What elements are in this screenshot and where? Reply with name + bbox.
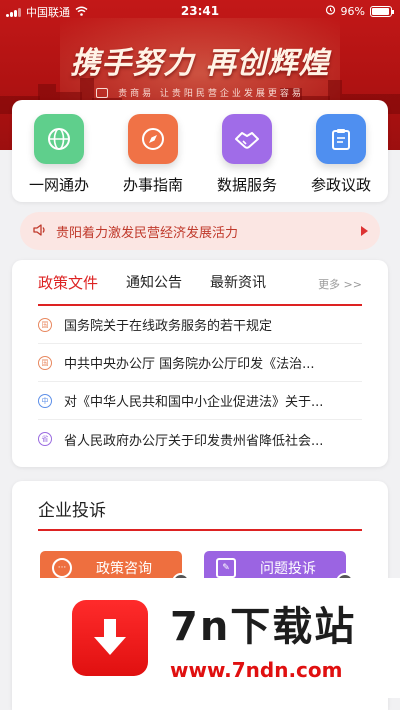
emblem-icon: 省 xyxy=(38,432,52,446)
speaker-icon xyxy=(32,222,48,241)
tab-notices[interactable]: 通知公告 xyxy=(126,272,182,292)
list-item[interactable]: 中 对《中华人民共和国中小企业促进法》关于... xyxy=(38,382,362,420)
status-bar: 中国联通 23:41 96% xyxy=(0,0,400,22)
quick-link-data[interactable]: 数据服务 xyxy=(204,114,290,202)
edit-icon: ✎ xyxy=(216,558,236,578)
quick-link-label: 参政议政 xyxy=(310,176,371,194)
emblem-icon: 国 xyxy=(38,317,52,332)
quick-link-label: 数据服务 xyxy=(216,176,277,194)
quick-links-card: 一网通办 办事指南 数据服务 参政议政 xyxy=(12,100,388,202)
notice-text: 贵阳着力激发民营经济发展活力 xyxy=(56,225,239,241)
banner-slogan: 携手努力 再创辉煌 xyxy=(70,46,330,81)
policy-tabs: 政策文件 通知公告 最新资讯 更多 >> xyxy=(38,260,362,306)
list-item-title: 中共中央办公厅 国务院办公厅印发《法治... xyxy=(64,357,315,372)
list-item[interactable]: 国 中共中央办公厅 国务院办公厅印发《法治... xyxy=(38,344,362,382)
battery-icon xyxy=(370,5,394,17)
tab-policy-documents[interactable]: 政策文件 xyxy=(38,272,98,293)
complaint-title: 企业投诉 xyxy=(38,481,362,531)
banner-subline-text: 贵商易 让贵阳民营企业发展更容易 xyxy=(118,89,304,99)
battery-percent: 96% xyxy=(340,4,365,18)
policy-card: 政策文件 通知公告 最新资讯 更多 >> 国 国务院关于在线政务服务的若干规定 … xyxy=(12,260,388,467)
watermark: 7n下载站 www.7ndn.com xyxy=(40,578,400,698)
policy-consult-label: 政策咨询 xyxy=(96,561,152,577)
compass-icon xyxy=(128,114,178,164)
watermark-brand: 7n下载站 xyxy=(170,604,357,650)
globe-icon xyxy=(34,114,84,164)
notice-bar[interactable]: 贵阳着力激发民营经济发展活力 xyxy=(20,212,380,250)
tab-latest-news[interactable]: 最新资讯 xyxy=(210,272,266,292)
more-link[interactable]: 更多 >> xyxy=(318,276,362,292)
quick-link-politics[interactable]: 参政议政 xyxy=(298,114,384,202)
emblem-icon: 中 xyxy=(38,393,52,408)
list-item-title: 国务院关于在线政务服务的若干规定 xyxy=(64,319,273,334)
alarm-icon xyxy=(325,4,336,18)
list-item-title: 省人民政府办公厅关于印发贵州省降低社会... xyxy=(64,433,324,449)
list-item[interactable]: 省 省人民政府办公厅关于印发贵州省降低社会... xyxy=(38,420,362,458)
quick-link-one-stop[interactable]: 一网通办 xyxy=(16,114,102,202)
complaint-submit-label: 问题投诉 xyxy=(260,561,316,577)
quick-link-guide[interactable]: 办事指南 xyxy=(110,114,196,202)
quick-link-label: 办事指南 xyxy=(122,176,183,194)
handshake-icon xyxy=(222,114,272,164)
download-icon xyxy=(72,600,148,676)
list-item[interactable]: 国 国务院关于在线政务服务的若干规定 xyxy=(38,306,362,344)
chat-icon: ··· xyxy=(52,558,72,578)
watermark-url: www.7ndn.com xyxy=(170,658,343,682)
emblem-icon: 国 xyxy=(38,355,52,370)
play-arrow-icon xyxy=(361,226,368,236)
quick-link-label: 一网通办 xyxy=(28,176,89,194)
clipboard-icon xyxy=(316,114,366,164)
banner-subline: 贵商易 让贵阳民营企业发展更容易 xyxy=(0,86,400,99)
brand-logo-icon xyxy=(96,87,109,98)
list-item-title: 对《中华人民共和国中小企业促进法》关于... xyxy=(64,395,324,410)
